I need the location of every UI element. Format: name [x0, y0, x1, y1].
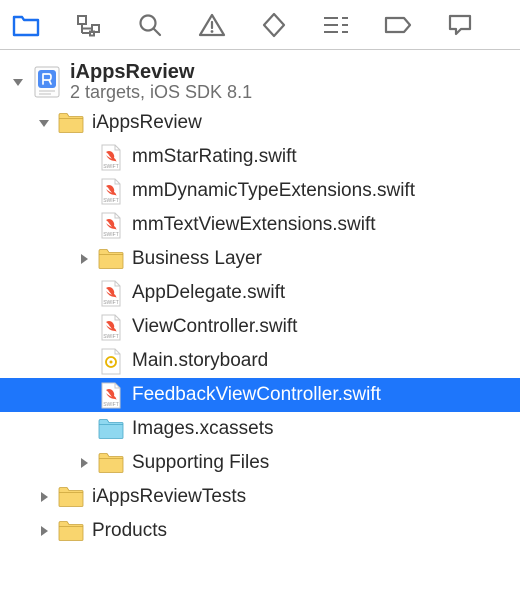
report-navigator-icon[interactable]	[440, 5, 480, 45]
swift-file-icon	[98, 314, 124, 340]
project-subtitle: 2 targets, iOS SDK 8.1	[70, 83, 252, 103]
find-navigator-icon[interactable]	[130, 5, 170, 45]
navigator-toolbar	[0, 0, 520, 50]
project-root-row[interactable]: iAppsReview2 targets, iOS SDK 8.1	[0, 58, 520, 106]
symbol-navigator-icon[interactable]	[68, 5, 108, 45]
project-navigator-icon[interactable]	[6, 5, 46, 45]
project-navigator-tree: iAppsReview2 targets, iOS SDK 8.1iAppsRe…	[0, 50, 520, 548]
disclosure-triangle-icon[interactable]	[10, 74, 26, 90]
tree-row-mmdynamictypeextensions-swift[interactable]: mmDynamicTypeExtensions.swift	[0, 174, 520, 208]
issue-navigator-icon[interactable]	[192, 5, 232, 45]
tree-item-label: iAppsReview	[92, 112, 202, 134]
tree-item-label: Products	[92, 520, 167, 542]
project-name: iAppsReview	[70, 61, 252, 83]
tree-row-supporting-files[interactable]: Supporting Files	[0, 446, 520, 480]
swift-file-icon	[98, 280, 124, 306]
disclosure-triangle-icon[interactable]	[36, 489, 52, 505]
tree-item-label: ViewController.swift	[132, 316, 297, 338]
disclosure-triangle-icon[interactable]	[36, 523, 52, 539]
swift-file-icon	[98, 178, 124, 204]
tree-item-label: Images.xcassets	[132, 418, 274, 440]
tree-item-label: mmTextViewExtensions.swift	[132, 214, 376, 236]
folder-icon	[98, 246, 124, 272]
tree-item-label: mmDynamicTypeExtensions.swift	[132, 180, 415, 202]
tree-item-label: FeedbackViewController.swift	[132, 384, 381, 406]
tree-row-feedbackviewcontroller-swift[interactable]: FeedbackViewController.swift	[0, 378, 520, 412]
tree-row-iappsreviewtests[interactable]: iAppsReviewTests	[0, 480, 520, 514]
tree-row-mmstarrating-swift[interactable]: mmStarRating.swift	[0, 140, 520, 174]
tree-row-mmtextviewextensions-swift[interactable]: mmTextViewExtensions.swift	[0, 208, 520, 242]
breakpoint-navigator-icon[interactable]	[378, 5, 418, 45]
assets-folder-icon	[98, 416, 124, 442]
folder-icon	[58, 518, 84, 544]
storyboard-file-icon	[98, 348, 124, 374]
debug-navigator-icon[interactable]	[316, 5, 356, 45]
tree-item-label: Main.storyboard	[132, 350, 268, 372]
tree-row-viewcontroller-swift[interactable]: ViewController.swift	[0, 310, 520, 344]
xcode-project-icon	[32, 64, 62, 100]
tree-item-label: iAppsReviewTests	[92, 486, 246, 508]
tree-item-label: mmStarRating.swift	[132, 146, 297, 168]
folder-icon	[58, 110, 84, 136]
folder-icon	[98, 450, 124, 476]
disclosure-triangle-icon[interactable]	[76, 251, 92, 267]
project-header-text: iAppsReview2 targets, iOS SDK 8.1	[70, 61, 252, 103]
swift-file-icon	[98, 144, 124, 170]
tree-row-products[interactable]: Products	[0, 514, 520, 548]
swift-file-icon	[98, 382, 124, 408]
swift-file-icon	[98, 212, 124, 238]
tree-item-label: Supporting Files	[132, 452, 269, 474]
tree-row-iappsreview[interactable]: iAppsReview	[0, 106, 520, 140]
disclosure-triangle-icon[interactable]	[76, 455, 92, 471]
tree-row-appdelegate-swift[interactable]: AppDelegate.swift	[0, 276, 520, 310]
test-navigator-icon[interactable]	[254, 5, 294, 45]
tree-row-images-xcassets[interactable]: Images.xcassets	[0, 412, 520, 446]
tree-row-business-layer[interactable]: Business Layer	[0, 242, 520, 276]
disclosure-triangle-icon[interactable]	[36, 115, 52, 131]
tree-item-label: Business Layer	[132, 248, 262, 270]
folder-icon	[58, 484, 84, 510]
tree-item-label: AppDelegate.swift	[132, 282, 285, 304]
tree-row-main-storyboard[interactable]: Main.storyboard	[0, 344, 520, 378]
